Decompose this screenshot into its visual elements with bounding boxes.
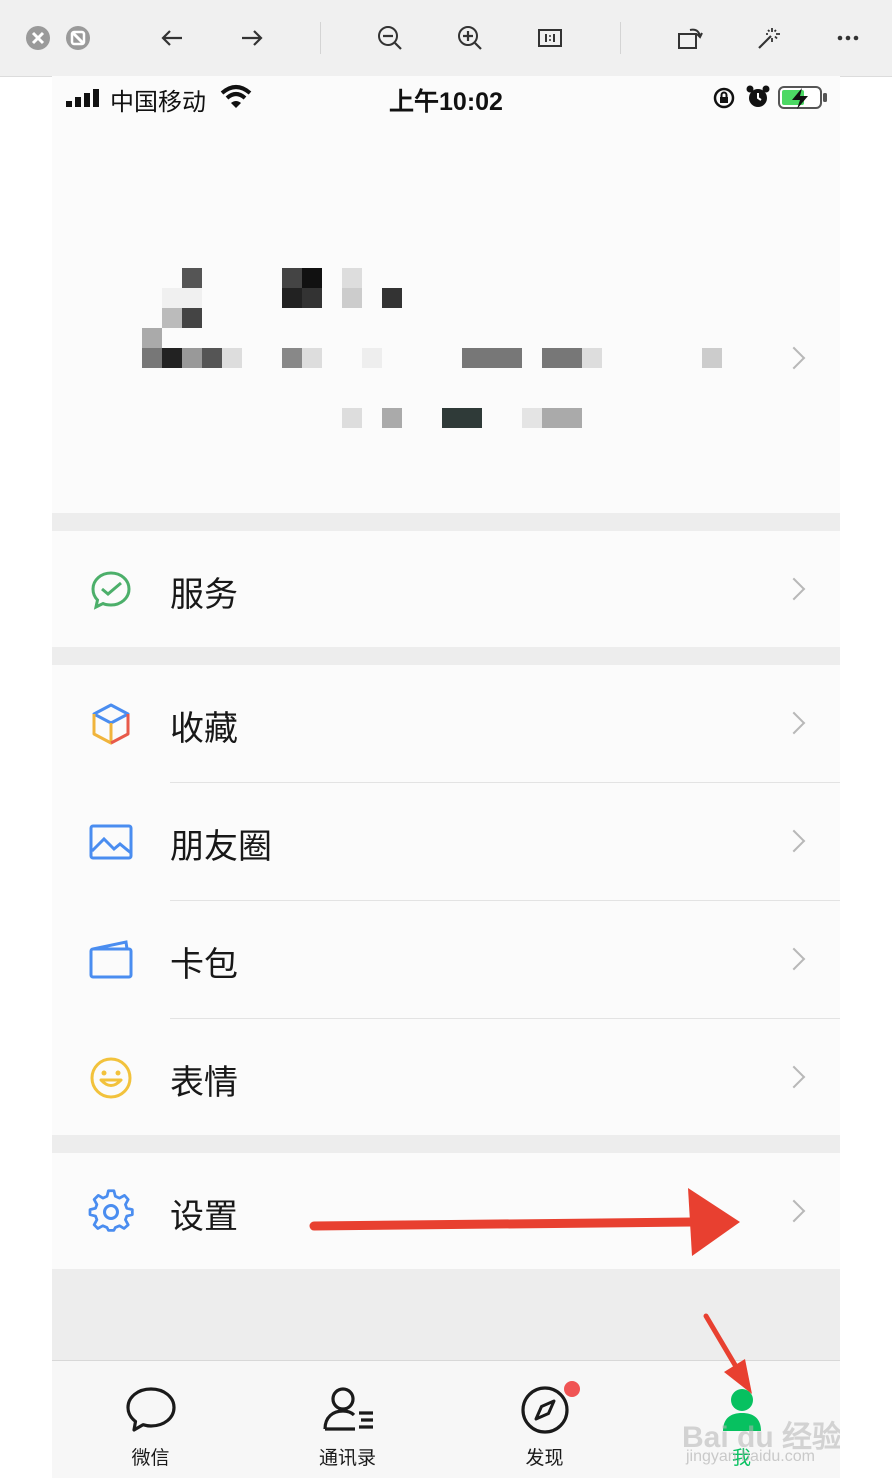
annotation-arrow-settings	[309, 1217, 697, 1231]
annotation-arrowhead	[724, 1359, 752, 1394]
toolbar-separator	[620, 22, 621, 54]
annotation-arrow-me	[703, 1313, 741, 1373]
zoom-out-icon[interactable]	[370, 18, 410, 58]
magic-wand-icon[interactable]	[748, 18, 788, 58]
annotation-arrows	[309, 1188, 752, 1394]
back-arrow-icon[interactable]	[152, 18, 192, 58]
watermark-url: jingyan.baidu.com	[686, 1448, 815, 1465]
phone-screen: 中国移动 上午10:02 服务 收藏 朋友圈 卡包 表情 设置 微信 通讯录 发…	[52, 76, 840, 1478]
actual-size-icon[interactable]	[530, 18, 570, 58]
rotate-icon[interactable]	[670, 18, 710, 58]
annotation-arrowhead	[688, 1188, 740, 1256]
toolbar-separator	[320, 22, 321, 54]
minimize-window-icon[interactable]	[58, 18, 98, 58]
close-window-icon[interactable]	[18, 18, 58, 58]
zoom-in-icon[interactable]	[450, 18, 490, 58]
more-options-icon[interactable]	[828, 18, 868, 58]
viewer-toolbar	[0, 0, 892, 77]
forward-arrow-icon[interactable]	[232, 18, 272, 58]
